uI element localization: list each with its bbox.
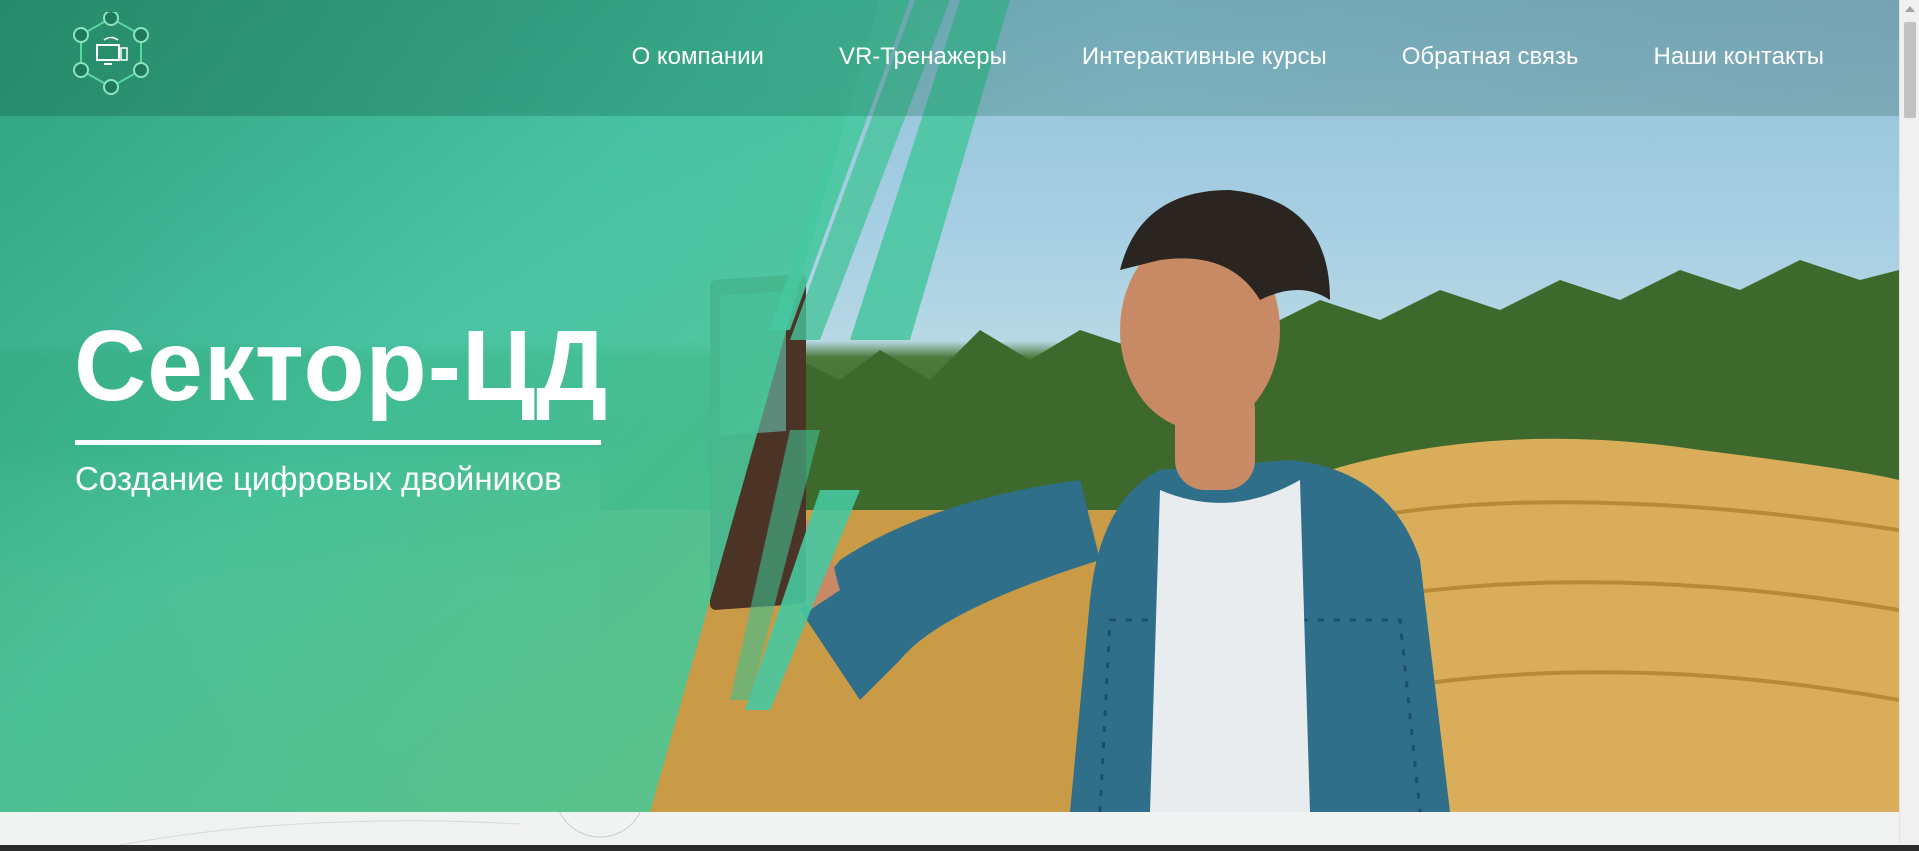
nav-item-interactive-courses[interactable]: Интерактивные курсы — [1082, 43, 1327, 71]
nav-item-contacts[interactable]: Наши контакты — [1654, 43, 1824, 71]
hero-banner: О компании VR-Тренажеры Интерактивные ку… — [0, 0, 1899, 812]
hero-divider — [75, 440, 601, 445]
scroll-up-arrow-icon[interactable] — [1905, 6, 1915, 12]
main-nav: О компании VR-Тренажеры Интерактивные ку… — [632, 42, 1824, 72]
nav-item-vr-trainers[interactable]: VR-Тренажеры — [839, 43, 1007, 71]
nav-item-about[interactable]: О компании — [632, 43, 764, 71]
hero-subtitle: Создание цифровых двойников — [75, 460, 562, 497]
page: О компании VR-Тренажеры Интерактивные ку… — [0, 0, 1899, 845]
nav-item-feedback[interactable]: Обратная связь — [1402, 43, 1579, 71]
section-pattern — [119, 746, 646, 845]
vertical-scrollbar[interactable] — [1899, 0, 1919, 845]
logo-icon[interactable] — [70, 12, 152, 98]
hero-title: Сектор-ЦД — [74, 310, 609, 422]
scroll-thumb[interactable] — [1904, 22, 1916, 118]
next-section-edge — [0, 746, 1899, 845]
